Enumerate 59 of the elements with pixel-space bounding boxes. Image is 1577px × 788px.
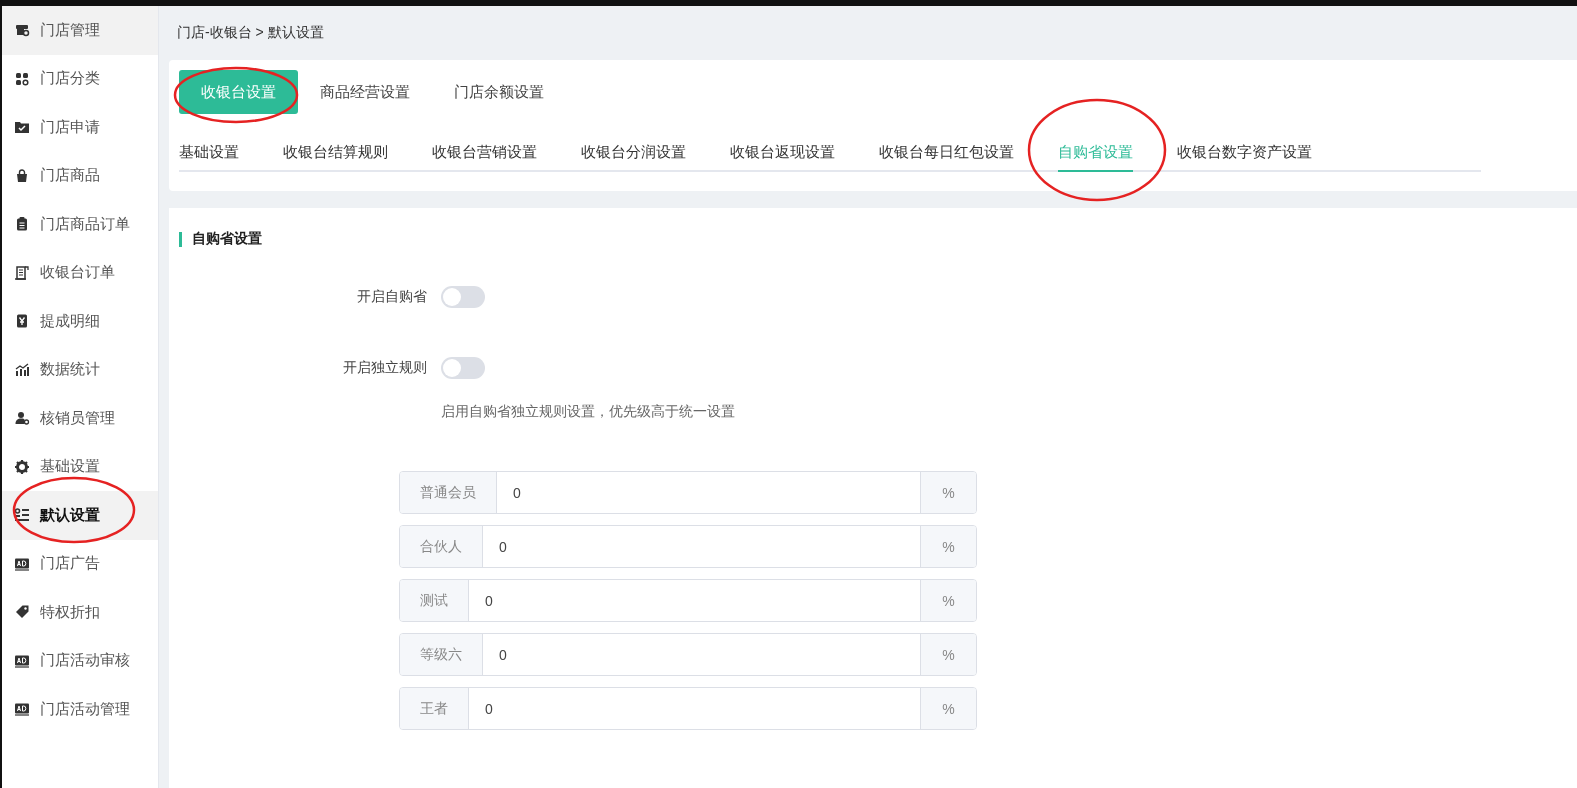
sub-tab[interactable]: 收银台每日红包设置 — [879, 134, 1014, 172]
sidebar-item-label: 门店活动管理 — [40, 699, 130, 719]
sub-tab[interactable]: 收银台结算规则 — [283, 134, 388, 172]
sidebar-item-label: 数据统计 — [40, 360, 100, 380]
rate-field[interactable]: 等级六 0 % — [399, 633, 977, 676]
sidebar-item-label: 默认设置 — [40, 505, 100, 525]
field-label: 合伙人 — [400, 526, 483, 567]
field-label: 王者 — [400, 688, 469, 729]
sub-tab[interactable]: 收银台分润设置 — [581, 134, 686, 172]
sidebar-item-label: 收银台订单 — [40, 263, 115, 283]
sidebar-item[interactable]: 默认设置 — [2, 491, 158, 540]
sidebar-item[interactable]: 特权折扣 — [2, 588, 158, 637]
field-label: 测试 — [400, 580, 469, 621]
sidebar-item-label: 基础设置 — [40, 457, 100, 477]
unit-label: % — [920, 526, 976, 567]
sidebar-item-label: 门店申请 — [40, 117, 100, 137]
sidebar-item-label: 门店分类 — [40, 69, 100, 89]
sub-tab[interactable]: 基础设置 — [179, 134, 239, 172]
switch-label: 开启自购省 — [356, 288, 428, 306]
sidebar-item-label: 提成明细 — [40, 311, 100, 331]
sub-tab[interactable]: 收银台返现设置 — [730, 134, 835, 172]
rate-field[interactable]: 合伙人 0 % — [399, 525, 977, 568]
sidebar-item-label: 门店商品 — [40, 166, 100, 186]
sidebar-item-label: 核销员管理 — [40, 408, 115, 428]
sidebar-item[interactable]: 门店活动管理 — [2, 685, 158, 734]
sub-tab[interactable]: 收银台数字资产设置 — [1177, 134, 1312, 172]
section-title: 自购省设置 — [192, 230, 262, 248]
sidebar-item[interactable]: 收银台订单 — [2, 248, 158, 297]
sidebar-item[interactable]: 门店商品 — [2, 151, 158, 200]
sidebar-item[interactable]: 门店分类 — [2, 54, 158, 103]
breadcrumb: 门店-收银台 > 默认设置 — [177, 24, 324, 42]
sub-tab[interactable]: 收银台营销设置 — [432, 134, 537, 172]
sidebar-item[interactable]: 门店申请 — [2, 103, 158, 152]
sidebar-item[interactable]: 基础设置 — [2, 442, 158, 491]
unit-label: % — [920, 634, 976, 675]
unit-label: % — [920, 580, 976, 621]
sidebar-item-label: 门店管理 — [40, 20, 100, 40]
top-tab[interactable]: 门店余额设置 — [432, 70, 566, 114]
sidebar-item-label: 门店广告 — [40, 554, 100, 574]
unit-label: % — [920, 688, 976, 729]
rate-field[interactable]: 王者 0 % — [399, 687, 977, 730]
switch-label: 开启独立规则 — [342, 359, 428, 377]
sidebar-item-label: 门店活动审核 — [40, 651, 130, 671]
sidebar-item-label: 特权折扣 — [40, 602, 100, 622]
sidebar-item[interactable]: 门店管理 — [2, 6, 158, 55]
hint-text: 启用自购省独立规则设置，优先级高于统一设置 — [441, 403, 736, 421]
rate-field[interactable]: 测试 0 % — [399, 579, 977, 622]
rate-field[interactable]: 普通会员 0 % — [399, 471, 977, 514]
sidebar-item-label: 门店商品订单 — [40, 214, 130, 234]
sidebar-item[interactable]: 门店广告 — [2, 539, 158, 588]
sidebar-item[interactable]: 核销员管理 — [2, 394, 158, 443]
field-label: 普通会员 — [400, 472, 497, 513]
sidebar-item[interactable]: 门店商品订单 — [2, 200, 158, 249]
sidebar-item[interactable]: 数据统计 — [2, 345, 158, 394]
sidebar-item[interactable]: 提成明细 — [2, 297, 158, 346]
field-label: 等级六 — [400, 634, 483, 675]
top-tab[interactable]: 商品经营设置 — [298, 70, 432, 114]
sidebar-item[interactable]: 门店活动审核 — [2, 636, 158, 685]
unit-label: % — [920, 472, 976, 513]
